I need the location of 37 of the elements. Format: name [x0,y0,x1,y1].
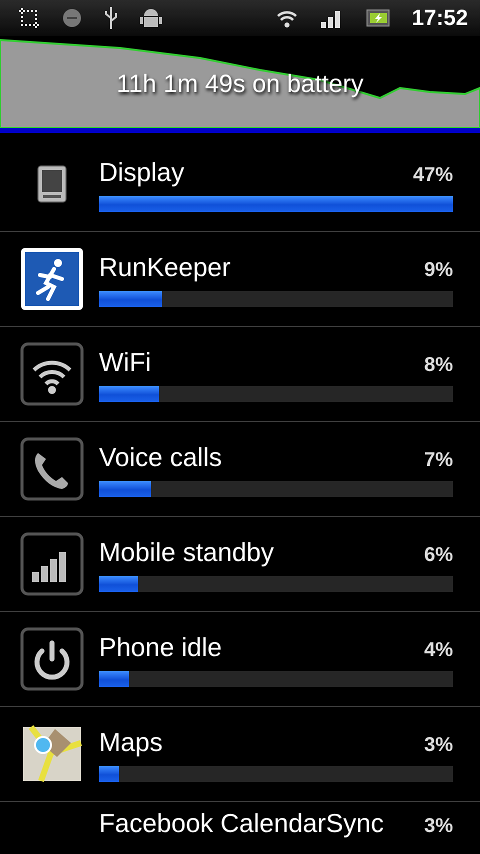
clock-time: 17:52 [412,5,468,31]
usage-row[interactable]: Phone idle 4% [0,612,480,707]
usage-percent: 4% [424,638,453,662]
usage-row[interactable]: Maps 3% [0,707,480,802]
usage-row[interactable]: Display 47% [0,137,480,232]
circle-icon [62,8,82,28]
usage-percent: 9% [424,258,453,282]
map-icon [21,723,83,785]
usage-row[interactable]: WiFi 8% [0,327,480,422]
runner-icon [20,247,84,311]
crop-icon [18,7,40,29]
phone-icon [20,437,84,501]
usage-name: Mobile standby [99,536,274,568]
usb-icon [104,6,118,30]
usage-name: RunKeeper [99,252,231,282]
usage-percent: 7% [424,448,453,472]
usage-row[interactable]: Mobile standby 6% [0,517,480,612]
usage-percent: 3% [424,815,453,838]
usage-name: WiFi [99,346,151,378]
usage-percent: 47% [412,164,453,186]
usage-percent: 6% [424,544,453,566]
tablet-icon [37,165,67,203]
usage-name: Maps [99,726,163,758]
android-icon [140,7,162,29]
usage-row[interactable]: Voice calls 7% [0,422,480,517]
usage-percent: 8% [424,354,453,376]
usage-row[interactable]: Facebook CalendarSync 3% [0,802,480,854]
battery-icon [366,9,390,27]
signal-icon [20,532,84,596]
usage-row[interactable]: RunKeeper 9% [0,232,480,327]
usage-name: Voice calls [99,442,222,472]
usage-name: Phone idle [99,632,222,662]
wifi-icon [20,342,84,406]
usage-name: Display [99,156,184,188]
usage-percent: 3% [424,734,453,756]
power-icon [20,627,84,691]
usage-name: Facebook CalendarSync [99,808,384,839]
